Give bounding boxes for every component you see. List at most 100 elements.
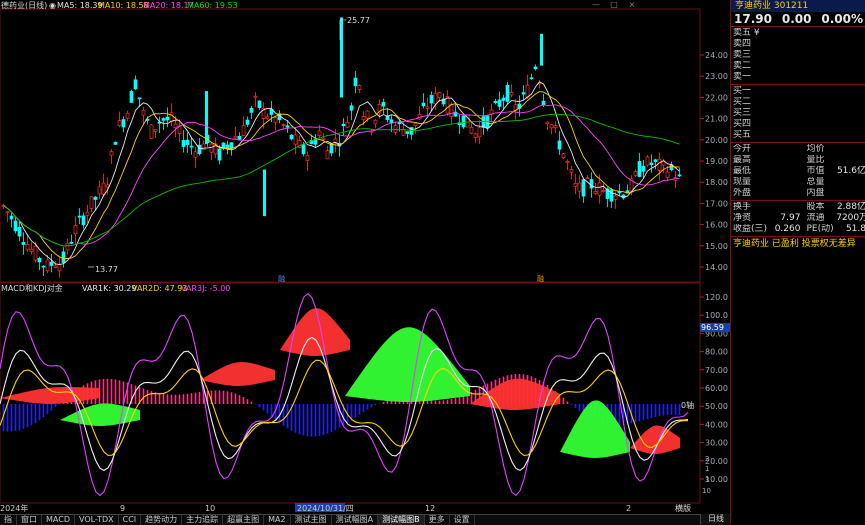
ma-legend-icon: ◉: [49, 1, 56, 10]
stat-row: 现量 总量: [731, 177, 865, 188]
candle-body: [5, 211, 10, 214]
candle-body: [329, 143, 334, 154]
candle-body: [405, 131, 410, 134]
chart-area[interactable]: 德药业(日线) ◉ MA5: 18.39 MA10: 18.58 MA20: 1…: [0, 0, 730, 524]
stat-l1: 最低: [733, 166, 752, 176]
company-tags: 亨迪药业 已盈利 投票权无差异: [733, 239, 856, 249]
price-row: 17.90 0.00 0.00%: [731, 12, 865, 26]
stat-row: 换手 股本 2.88亿: [731, 202, 865, 213]
ask-list: 卖五 ¥ 卖四 卖三 卖二 卖一: [731, 28, 865, 83]
candle-body: [285, 125, 290, 128]
candle-body: [121, 119, 126, 128]
minimize-button[interactable]: —: [589, 0, 603, 9]
stat-v2: 51.8: [845, 224, 865, 234]
candle-body: [645, 156, 650, 166]
candle-body: [641, 165, 646, 172]
candle-body: [361, 116, 366, 121]
candle-body: [61, 251, 66, 263]
small-axis-tick: 10: [702, 487, 711, 495]
candle-body: [581, 179, 586, 197]
candle-body: [317, 130, 322, 137]
candle-body: [109, 151, 114, 156]
stats-table: 今开 均价 最高 量比 最低 市值 51.6亿 现量 总量 外盘 内盘: [731, 144, 865, 199]
candle-body: [365, 110, 370, 119]
date-label: 2024年: [0, 503, 28, 513]
candle-body: [497, 99, 502, 107]
stat-l1: 今开: [733, 144, 752, 154]
price-tick: 24.00: [705, 51, 728, 60]
candle-body: [601, 190, 606, 192]
candle-body: [141, 109, 146, 116]
indicator-tick: 70.00: [705, 366, 728, 375]
candle-body: [381, 102, 386, 107]
stat-l2: 量比: [806, 155, 825, 165]
stat-l1: 收益(三): [733, 224, 767, 234]
candle-body: [181, 140, 186, 147]
close-button[interactable]: ×: [625, 0, 639, 9]
trend-ribbon: [200, 361, 275, 386]
stat-v2: [836, 155, 865, 166]
candle-body: [197, 144, 202, 155]
candle-body: [173, 123, 178, 128]
candle-body: [589, 179, 594, 189]
candle-body: [45, 259, 50, 272]
period-daily-button[interactable]: 日线: [700, 514, 731, 524]
candle-body: [569, 169, 574, 173]
ma60-label: MA60: 19.53: [187, 1, 238, 10]
stat-l1: 外盘: [733, 188, 752, 198]
stat-v1: [767, 188, 801, 199]
candle-body: [437, 92, 442, 98]
trend-ribbon: [345, 327, 470, 402]
ask-row: 卖二: [733, 61, 752, 71]
candle-body: [169, 112, 174, 122]
stat-l1: 现量: [733, 177, 752, 187]
candle-body: [263, 169, 266, 217]
candle-body: [101, 182, 106, 195]
candle-body: [241, 124, 246, 136]
landscape-button[interactable]: 横版: [672, 503, 694, 514]
candle-body: [421, 102, 426, 107]
candle-body: [137, 97, 142, 100]
bid-row: 买四: [733, 119, 752, 129]
candle-body: [549, 124, 554, 129]
small-axis-tick: 3: [705, 476, 709, 484]
candle-body: [293, 134, 298, 145]
candle-body: [425, 106, 430, 109]
ma-line: [3, 81, 680, 265]
candle-body: [21, 241, 26, 245]
candle-body: [113, 141, 118, 145]
price-axis: 24.00 23.00 22.00 21.00 20.00 19.00 18.00 17.00…: [700, 51, 728, 272]
bid-row: 买二: [733, 97, 752, 107]
candle-body: [209, 143, 214, 153]
candle-body: [461, 115, 466, 128]
trend-ribbon: [60, 403, 140, 426]
date-label: 2: [626, 504, 631, 513]
price-panel-frame: [0, 8, 701, 283]
price-tick: 16.00: [705, 221, 728, 230]
candle-body: [185, 139, 190, 145]
candle-body: [473, 133, 478, 138]
ma5-label: MA5: 18.39: [57, 1, 103, 10]
candle-body: [433, 92, 438, 105]
window-controls: — □ ×: [585, 0, 639, 9]
candle-body: [125, 112, 130, 119]
stat-l1: 换手: [733, 202, 752, 212]
candle-body: [493, 100, 498, 103]
small-axis-tick: 2: [705, 455, 709, 463]
price-tick: 19.00: [705, 157, 728, 166]
maximize-button[interactable]: □: [607, 0, 621, 9]
ask-row: 卖五 ¥: [733, 28, 760, 38]
stat-v1: [767, 144, 801, 155]
candle-body: [41, 265, 46, 268]
candle-body: [13, 220, 18, 232]
price-tick: 17.00: [705, 199, 728, 208]
candle-body: [521, 92, 526, 95]
candle-body: [73, 224, 78, 235]
candle-body: [545, 121, 550, 125]
price-tick: 23.00: [705, 72, 728, 81]
candle-body: [540, 33, 543, 66]
date-label: 10: [205, 504, 215, 513]
stat-v1: 0.260: [774, 224, 801, 234]
stat-l2: 均价: [806, 144, 825, 154]
candle-body: [501, 97, 506, 101]
